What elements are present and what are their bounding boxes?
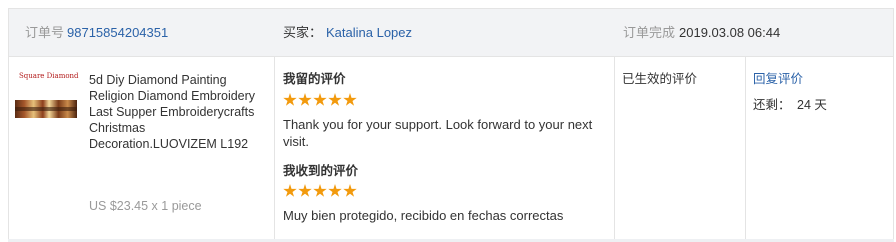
order-number-label: 订单号	[25, 25, 65, 40]
order-header: 订单号 98715854204351 买家： Katalina Lopez 订单…	[9, 9, 893, 57]
star-icon	[313, 184, 327, 197]
star-icon	[313, 93, 327, 106]
my-feedback-text: Thank you for your support. Look forward…	[283, 117, 593, 149]
reply-feedback-link[interactable]: 回复评价	[753, 71, 803, 87]
star-icon	[298, 184, 312, 197]
my-feedback-label: 我留的评价	[283, 72, 346, 86]
remaining-label: 还剩：	[753, 98, 791, 112]
buyer-name-link[interactable]: Katalina Lopez	[326, 25, 412, 41]
star-icon	[328, 184, 342, 197]
product-price: US $23.45 x 1 piece	[89, 199, 202, 213]
completed-time: 2019.03.08 06:44	[679, 25, 781, 40]
completed-label: 订单完成	[623, 25, 676, 40]
star-icon	[343, 93, 357, 106]
star-icon	[343, 184, 357, 197]
remaining-days: 24 天	[797, 98, 827, 112]
thumbnail-brand-text: Square Diamond	[19, 72, 79, 80]
column-divider	[274, 56, 275, 239]
buyer-label: 买家：	[283, 25, 323, 40]
thumbnail-painting	[15, 100, 77, 118]
received-feedback-text: Muy bien protegido, recibido en fechas c…	[283, 208, 564, 223]
product-thumbnail[interactable]: Square Diamond	[15, 70, 79, 125]
status-text: 已生效的评价	[622, 72, 698, 86]
star-icon	[283, 93, 297, 106]
order-number-link[interactable]: 98715854204351	[67, 25, 168, 41]
star-icon	[298, 93, 312, 106]
received-feedback-label: 我收到的评价	[283, 164, 359, 178]
my-rating-stars	[283, 93, 357, 107]
received-rating-stars	[283, 184, 357, 198]
star-icon	[283, 184, 297, 197]
column-divider	[614, 56, 615, 239]
star-icon	[328, 93, 342, 106]
product-title[interactable]: 5d Diy Diamond Painting Religion Diamond…	[89, 72, 257, 152]
column-divider	[745, 56, 746, 239]
